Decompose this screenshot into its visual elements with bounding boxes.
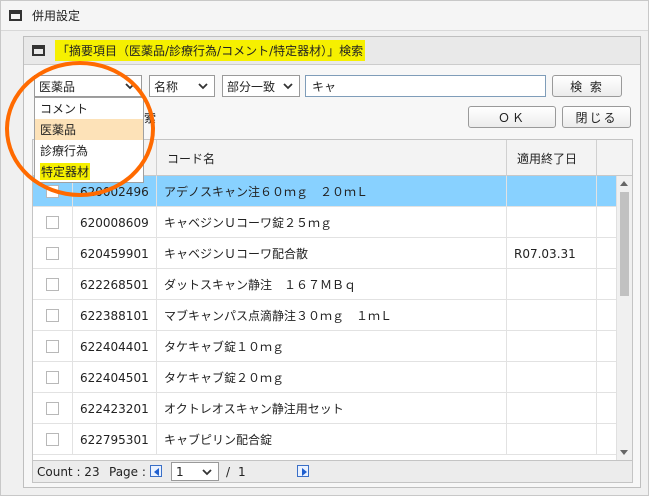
field-select[interactable]: 名称 (149, 75, 215, 97)
prev-page-button[interactable] (150, 465, 162, 477)
row-name: アデノスキャン注６０ｍｇ ２０ｍＬ (157, 176, 507, 207)
row-end-date (507, 362, 597, 393)
row-end-date (507, 393, 597, 424)
chevron-down-icon (125, 83, 135, 90)
close-button[interactable]: 閉じる (562, 106, 631, 128)
chevron-down-icon (198, 83, 208, 90)
table-row[interactable]: 620008609 キャベジンＵコーワ錠２５ｍｇ (33, 207, 616, 238)
row-checkbox[interactable] (46, 185, 59, 198)
row-code: 622423201 (73, 393, 157, 424)
row-end-date (507, 331, 597, 362)
scroll-thumb[interactable] (620, 192, 629, 296)
record-count: Count : 23 (37, 464, 100, 479)
row-code: 622268501 (73, 269, 157, 300)
search-button[interactable]: 検 索 (552, 75, 622, 97)
row-code: 620459901 (73, 238, 157, 269)
dropdown-option-treatment[interactable]: 診療行為 (35, 140, 143, 161)
row-checkbox[interactable] (46, 278, 59, 291)
category-select[interactable]: 医薬品 (34, 75, 142, 97)
dialog-title: 「摘要項目（医薬品/診療行為/コメント/特定器材）」検索 (55, 40, 366, 61)
search-input[interactable]: キャ (305, 75, 546, 97)
row-name: キャブピリン配合錠 (157, 424, 507, 455)
dropdown-option-drug[interactable]: 医薬品 (35, 119, 143, 140)
row-checkbox[interactable] (46, 371, 59, 384)
chevron-down-icon (202, 469, 212, 476)
row-name: オクトレオスキャン静注用セット (157, 393, 507, 424)
row-name: マブキャンパス点滴静注３０ｍｇ １ｍＬ (157, 300, 507, 331)
row-checkbox[interactable] (46, 433, 59, 446)
chevron-down-icon (283, 83, 293, 90)
partial-label: 索 (144, 111, 157, 125)
row-name: ダットスキャン静注 １６７ＭＢｑ (157, 269, 507, 300)
header-name[interactable]: コード名 (157, 140, 507, 176)
table-row[interactable]: 622404401 タケキャブ錠１０ｍｇ (33, 331, 616, 362)
table-row[interactable]: 622388101 マブキャンパス点滴静注３０ｍｇ １ｍＬ (33, 300, 616, 331)
row-end-date: R07.03.31 (507, 238, 597, 269)
scroll-up-icon[interactable] (620, 181, 628, 186)
row-name: タケキャブ錠１０ｍｇ (157, 331, 507, 362)
window-icon (32, 45, 45, 56)
row-code: 620008609 (73, 207, 157, 238)
dialog-title-bar: 「摘要項目（医薬品/診療行為/コメント/特定器材）」検索 (24, 37, 640, 65)
outer-title-bar: 併用設定 (1, 1, 648, 31)
row-code: 622404501 (73, 362, 157, 393)
category-select-value: 医薬品 (39, 79, 76, 94)
total-pages: 1 (238, 464, 246, 479)
table-row[interactable]: 620459901 キャベジンＵコーワ配合散 R07.03.31 (33, 238, 616, 269)
page-separator: / (226, 464, 231, 479)
row-end-date (507, 207, 597, 238)
match-select[interactable]: 部分一致 (222, 75, 300, 97)
grid-footer: Count : 23 Page : 1 / 1 (32, 461, 633, 483)
arrow-left-icon (154, 468, 159, 476)
row-name: キャベジンＵコーワ錠２５ｍｇ (157, 207, 507, 238)
outer-title: 併用設定 (32, 9, 81, 23)
row-checkbox[interactable] (46, 340, 59, 353)
next-page-button[interactable] (297, 465, 309, 477)
results-grid: コード名 適用終了日 620002496 アデノスキャン注６０ｍｇ ２０ｍＬ 6… (32, 139, 633, 461)
dropdown-option-material[interactable]: 特定器材 (35, 161, 143, 182)
table-row[interactable]: 622795301 キャブピリン配合錠 (33, 424, 616, 455)
page-select-value: 1 (176, 464, 184, 479)
dropdown-option-comment[interactable]: コメント (35, 98, 143, 119)
row-code: 622388101 (73, 300, 157, 331)
row-checkbox[interactable] (46, 402, 59, 415)
outer-window: 併用設定 「摘要項目（医薬品/診療行為/コメント/特定器材）」検索 医薬品 名称… (0, 0, 649, 496)
page-label: Page : (109, 464, 146, 479)
category-dropdown: コメント 医薬品 診療行為 特定器材 (34, 97, 144, 183)
row-end-date (507, 176, 597, 207)
match-select-value: 部分一致 (227, 79, 276, 94)
row-end-date (507, 269, 597, 300)
row-checkbox[interactable] (46, 216, 59, 229)
field-select-value: 名称 (154, 79, 179, 94)
page-select[interactable]: 1 (171, 462, 219, 481)
table-row[interactable]: 622268501 ダットスキャン静注 １６７ＭＢｑ (33, 269, 616, 300)
vertical-scrollbar[interactable] (616, 176, 632, 460)
row-end-date (507, 424, 597, 455)
header-end-date[interactable]: 適用終了日 (507, 140, 597, 176)
row-name: キャベジンＵコーワ配合散 (157, 238, 507, 269)
table-row[interactable]: 622423201 オクトレオスキャン静注用セット (33, 393, 616, 424)
ok-button[interactable]: ＯＫ (468, 106, 556, 128)
row-checkbox[interactable] (46, 309, 59, 322)
scroll-down-icon[interactable] (620, 450, 628, 455)
row-code: 622404401 (73, 331, 157, 362)
arrow-right-icon (302, 468, 307, 476)
row-checkbox[interactable] (46, 247, 59, 260)
table-row[interactable]: 622404501 タケキャブ錠２０ｍｇ (33, 362, 616, 393)
row-code: 622795301 (73, 424, 157, 455)
row-name: タケキャブ錠２０ｍｇ (157, 362, 507, 393)
row-end-date (507, 300, 597, 331)
window-icon (9, 10, 22, 21)
